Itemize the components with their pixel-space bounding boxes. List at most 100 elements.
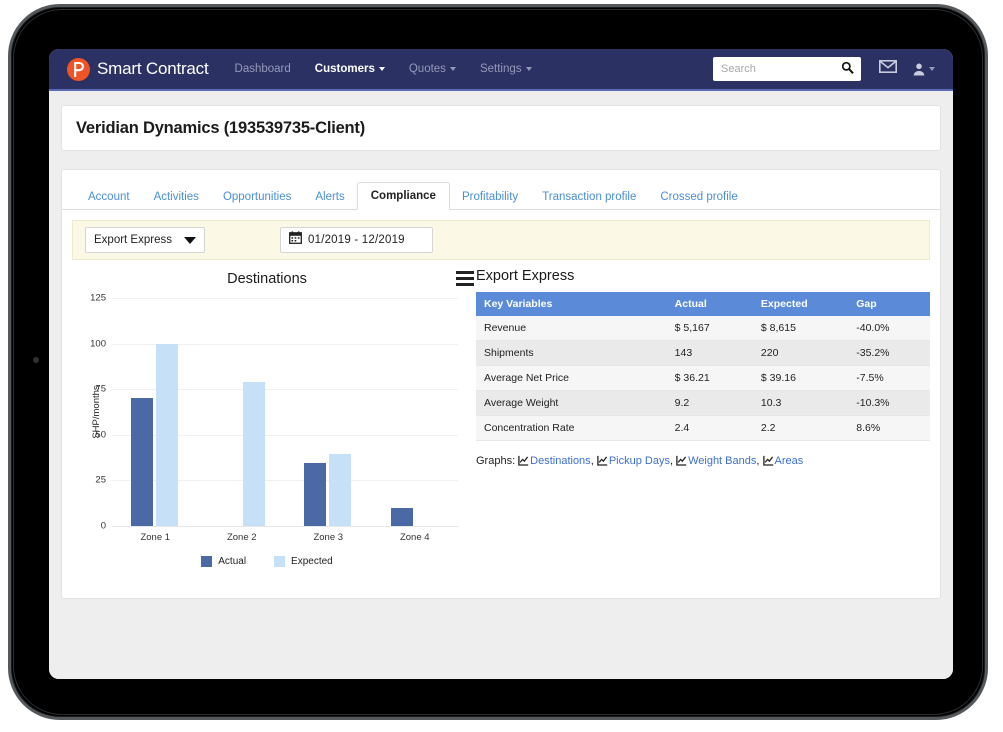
date-range-picker[interactable]: 01/2019 - 12/2019 bbox=[280, 227, 433, 253]
page-body: Veridian Dynamics (193539735-Client) Acc… bbox=[49, 93, 953, 679]
tab-profitability[interactable]: Profitability bbox=[450, 184, 530, 210]
product-select[interactable]: Export Express bbox=[85, 227, 205, 253]
tab-compliance[interactable]: Compliance bbox=[356, 182, 450, 210]
hamburger-menu-icon[interactable] bbox=[456, 271, 474, 289]
cell-value: 10.3 bbox=[752, 390, 849, 416]
title-card: Veridian Dynamics (193539735-Client) bbox=[61, 105, 941, 151]
chart-y-tick: 75 bbox=[95, 383, 106, 395]
chart-bar-expected-zone-3[interactable] bbox=[329, 453, 352, 526]
top-navbar: Smart Contract Dashboard Customers Quote… bbox=[49, 49, 953, 91]
cell-key-variable: Shipments bbox=[476, 340, 667, 366]
nav-link-customers[interactable]: Customers bbox=[303, 49, 397, 90]
tab-transaction-profile[interactable]: Transaction profile bbox=[530, 184, 648, 210]
chart-x-tick: Zone 3 bbox=[313, 532, 344, 543]
table-row[interactable]: Average Weight 9.2 10.3 -10.3% bbox=[476, 390, 930, 416]
line-chart-icon bbox=[597, 455, 608, 466]
search-icon[interactable] bbox=[841, 61, 854, 79]
chart-x-tick: Zone 2 bbox=[226, 532, 257, 543]
nav-links: Dashboard Customers Quotes Settings bbox=[223, 49, 544, 90]
cell-value: $ 8,615 bbox=[752, 316, 849, 341]
cell-value: -35.2% bbox=[848, 340, 930, 366]
search-input[interactable] bbox=[713, 58, 831, 80]
graphs-label: Graphs: bbox=[476, 455, 516, 467]
user-menu[interactable] bbox=[913, 63, 935, 76]
navbar-right bbox=[713, 57, 935, 81]
chart-bar-actual-zone-3[interactable] bbox=[304, 463, 327, 526]
table-row[interactable]: Shipments 143 220 -35.2% bbox=[476, 340, 930, 366]
chart-bar-expected-zone-2[interactable] bbox=[242, 381, 265, 526]
chevron-down-icon bbox=[184, 236, 196, 244]
column-header-actual: Actual bbox=[666, 292, 753, 316]
legend-swatch-actual bbox=[201, 556, 213, 567]
cell-value: 143 bbox=[666, 340, 753, 366]
line-chart-icon bbox=[676, 455, 687, 466]
graphs-links-row: Graphs: Destinations, Pickup Days, Weight… bbox=[476, 455, 930, 467]
chart-bar-actual-zone-4[interactable] bbox=[390, 507, 413, 526]
nav-link-quotes[interactable]: Quotes bbox=[397, 49, 468, 90]
legend-label-expected: Expected bbox=[291, 556, 333, 567]
cell-value: $ 39.16 bbox=[752, 365, 849, 391]
info-panel-title: Export Express bbox=[476, 268, 575, 284]
nav-link-settings[interactable]: Settings bbox=[468, 49, 544, 90]
camera-icon bbox=[33, 357, 39, 363]
legend-label-actual: Actual bbox=[218, 556, 247, 567]
table-row[interactable]: Concentration Rate 2.4 2.2 8.6% bbox=[476, 415, 930, 441]
cell-key-variable: Average Net Price bbox=[476, 365, 667, 391]
cell-value: 8.6% bbox=[848, 415, 930, 441]
table-row[interactable]: Revenue $ 5,167 $ 8,615 -40.0% bbox=[476, 316, 930, 341]
cell-value: 220 bbox=[752, 340, 849, 366]
line-chart-icon bbox=[518, 455, 529, 466]
chart-plot-area: 0 25 50 75 100 125 Zone 1 Zone 2 Zone 3 Zone 4 bbox=[90, 293, 458, 543]
chart-bar-expected-zone-1[interactable] bbox=[156, 343, 179, 526]
tab-account[interactable]: Account bbox=[76, 184, 142, 210]
date-range-value: 01/2019 - 12/2019 bbox=[308, 234, 405, 246]
legend-swatch-expected bbox=[274, 556, 286, 567]
legend-item-expected[interactable]: Expected bbox=[274, 556, 333, 567]
tablet-screen: Smart Contract Dashboard Customers Quote… bbox=[49, 49, 953, 679]
table-body: Revenue $ 5,167 $ 8,615 -40.0% Shipments 143 2… bbox=[476, 316, 930, 441]
info-panel: Export Express Key Variables Actual Expe… bbox=[462, 268, 930, 567]
cell-value: 9.2 bbox=[666, 390, 753, 416]
cell-value: $ 36.21 bbox=[666, 365, 753, 391]
chart-bar-actual-zone-1[interactable] bbox=[131, 398, 154, 526]
chart-y-tick: 100 bbox=[90, 338, 106, 350]
page-title: Veridian Dynamics (193539735-Client) bbox=[76, 118, 366, 137]
tab-alerts[interactable]: Alerts bbox=[303, 184, 356, 210]
filter-bar: Export Express 01/2019 - 12/2019 bbox=[72, 220, 930, 260]
cell-key-variable: Average Weight bbox=[476, 390, 667, 416]
graph-link-pickup-days[interactable]: Pickup Days bbox=[597, 455, 670, 467]
tab-activities[interactable]: Activities bbox=[142, 184, 211, 210]
legend-item-actual[interactable]: Actual bbox=[201, 556, 246, 567]
key-variables-table: Key Variables Actual Expected Gap Revenu… bbox=[476, 292, 930, 441]
tab-opportunities[interactable]: Opportunities bbox=[211, 184, 303, 210]
brand[interactable]: Smart Contract bbox=[67, 57, 209, 81]
graph-link-destinations[interactable]: Destinations bbox=[518, 455, 591, 467]
column-header-expected: Expected bbox=[752, 292, 849, 316]
cell-value: -10.3% bbox=[848, 390, 930, 416]
cell-key-variable: Concentration Rate bbox=[476, 415, 667, 441]
graph-link-areas[interactable]: Areas bbox=[762, 455, 803, 467]
graph-link-weight-bands[interactable]: Weight Bands bbox=[676, 455, 756, 467]
table-row[interactable]: Average Net Price $ 36.21 $ 39.16 -7.5% bbox=[476, 365, 930, 391]
cell-key-variable: Revenue bbox=[476, 316, 667, 341]
cell-value: $ 5,167 bbox=[666, 316, 753, 341]
column-header-gap: Gap bbox=[848, 292, 930, 316]
chart-panel: Destinations SHP/months 0 25 50 75 100 125 Zon… bbox=[72, 268, 474, 567]
chart-gridline bbox=[112, 298, 458, 299]
brand-name: Smart Contract bbox=[97, 59, 209, 78]
chart-plot-wrap: SHP/months 0 25 50 75 100 125 Zone 1 Zone 2 Zone… bbox=[72, 293, 462, 543]
chart-gridline bbox=[112, 526, 458, 527]
graphs-links: Destinations, Pickup Days, Weight Bands,… bbox=[518, 455, 803, 467]
chart-header: Destinations bbox=[72, 268, 474, 294]
chart-y-tick: 0 bbox=[100, 520, 106, 532]
envelope-icon[interactable] bbox=[879, 60, 897, 78]
search-box[interactable] bbox=[713, 57, 861, 81]
tablet-frame: Smart Contract Dashboard Customers Quote… bbox=[8, 4, 988, 720]
line-chart-icon bbox=[762, 455, 773, 466]
column-header-key-variables: Key Variables bbox=[476, 292, 667, 316]
tab-bar: Account Activities Opportunities Alerts … bbox=[62, 178, 940, 210]
chevron-down-icon bbox=[378, 66, 385, 71]
tab-crossed-profile[interactable]: Crossed profile bbox=[648, 184, 749, 210]
cell-value: 2.2 bbox=[752, 415, 849, 441]
nav-link-dashboard[interactable]: Dashboard bbox=[223, 49, 303, 90]
